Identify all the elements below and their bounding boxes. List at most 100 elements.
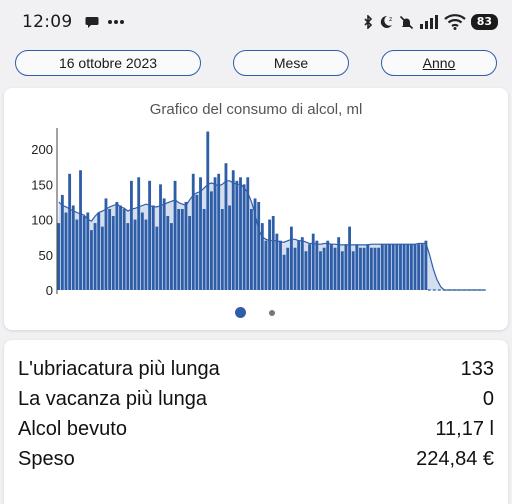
- chart-bar[interactable]: [155, 226, 159, 290]
- chart-bar[interactable]: [304, 251, 308, 290]
- chart-bar[interactable]: [424, 240, 428, 290]
- chart-bar[interactable]: [199, 177, 202, 290]
- chart-bar[interactable]: [239, 177, 242, 290]
- chart-bar[interactable]: [108, 209, 112, 290]
- chart-bar[interactable]: [220, 209, 224, 290]
- chart-bar[interactable]: [82, 216, 86, 290]
- chart-bar[interactable]: [249, 209, 253, 290]
- chart-bar[interactable]: [348, 226, 351, 290]
- chart-bar[interactable]: [279, 240, 282, 290]
- chart-bar[interactable]: [93, 223, 97, 290]
- chart-bar[interactable]: [282, 254, 286, 290]
- chart-bar[interactable]: [224, 163, 228, 290]
- chart-bar[interactable]: [380, 244, 384, 290]
- chart-bar[interactable]: [159, 184, 162, 290]
- chart-bar[interactable]: [130, 180, 133, 290]
- chart-bar[interactable]: [177, 209, 181, 290]
- chart-bar[interactable]: [322, 247, 326, 290]
- chart-bar[interactable]: [286, 247, 290, 290]
- chart-bar[interactable]: [319, 251, 322, 290]
- chart-bar[interactable]: [289, 226, 293, 290]
- chart-bar[interactable]: [340, 251, 344, 290]
- chart-bar[interactable]: [337, 237, 341, 290]
- chart-bar[interactable]: [333, 247, 337, 290]
- chart-bar[interactable]: [180, 209, 184, 290]
- chart-bar[interactable]: [166, 216, 170, 290]
- chart-bar[interactable]: [413, 244, 417, 290]
- chart-bar[interactable]: [122, 209, 126, 290]
- chart-bar[interactable]: [188, 216, 192, 290]
- chart-bar[interactable]: [115, 201, 119, 290]
- chart-bar[interactable]: [355, 244, 359, 290]
- chart-bar[interactable]: [359, 247, 362, 290]
- chart-bar[interactable]: [133, 219, 137, 290]
- chart-bar[interactable]: [395, 244, 399, 290]
- chart-bar[interactable]: [344, 244, 348, 290]
- chart-bar[interactable]: [68, 173, 72, 290]
- chart-bar[interactable]: [242, 184, 246, 290]
- chart-bar[interactable]: [308, 244, 311, 290]
- date-picker-button[interactable]: 16 ottobre 2023: [15, 50, 201, 76]
- chart-bar[interactable]: [391, 244, 395, 290]
- chart-bar[interactable]: [377, 247, 381, 290]
- chart-bar[interactable]: [126, 223, 130, 290]
- chart-bar[interactable]: [231, 170, 235, 290]
- chart-bar[interactable]: [420, 244, 424, 290]
- chart-bar[interactable]: [369, 247, 373, 290]
- chart-bar[interactable]: [75, 219, 79, 290]
- chart-bar[interactable]: [195, 194, 199, 290]
- chart-bar[interactable]: [406, 244, 410, 290]
- chart-bar[interactable]: [79, 170, 82, 290]
- chart-bar[interactable]: [213, 177, 217, 290]
- chart-bar[interactable]: [100, 226, 104, 290]
- month-button[interactable]: Mese: [233, 50, 349, 76]
- chart-bar[interactable]: [326, 240, 330, 290]
- chart-bar[interactable]: [329, 244, 333, 290]
- chart-bar[interactable]: [257, 201, 261, 290]
- chart-bar[interactable]: [399, 244, 402, 290]
- chart-bar[interactable]: [173, 180, 177, 290]
- chart-bar[interactable]: [97, 212, 101, 290]
- chart-bar[interactable]: [260, 223, 264, 290]
- chart-bar[interactable]: [162, 198, 166, 290]
- chart-bar[interactable]: [71, 205, 75, 290]
- chart-bar[interactable]: [206, 131, 210, 290]
- chart-bar[interactable]: [64, 212, 68, 290]
- chart-bar[interactable]: [246, 177, 250, 290]
- chart-bar[interactable]: [151, 205, 155, 290]
- chart-bar[interactable]: [90, 230, 93, 290]
- chart-bar[interactable]: [140, 212, 144, 290]
- chart-bar[interactable]: [86, 212, 90, 290]
- year-button[interactable]: Anno: [381, 50, 497, 76]
- chart-bar[interactable]: [366, 244, 370, 290]
- page-dot-active[interactable]: [235, 307, 246, 318]
- chart-bar[interactable]: [388, 244, 391, 290]
- chart-bar[interactable]: [148, 180, 152, 290]
- chart-bar[interactable]: [264, 240, 268, 290]
- chart-bar[interactable]: [119, 205, 122, 290]
- chart-bar[interactable]: [268, 219, 271, 290]
- chart-bar[interactable]: [144, 219, 148, 290]
- chart-bar[interactable]: [300, 237, 304, 290]
- chart-bar[interactable]: [228, 205, 232, 290]
- chart-bar[interactable]: [191, 173, 195, 290]
- chart-bar[interactable]: [235, 180, 239, 290]
- chart-bar[interactable]: [362, 247, 366, 290]
- chart-bar[interactable]: [275, 233, 279, 290]
- chart-bar[interactable]: [311, 233, 315, 290]
- chart-bar[interactable]: [217, 173, 221, 290]
- chart-bar[interactable]: [253, 198, 257, 290]
- chart-bar[interactable]: [384, 244, 388, 290]
- chart-bar[interactable]: [402, 244, 406, 290]
- chart-bar[interactable]: [137, 177, 141, 290]
- chart-bar[interactable]: [209, 191, 213, 290]
- chart-bar[interactable]: [351, 251, 355, 290]
- chart-bar[interactable]: [417, 244, 421, 290]
- chart-bar[interactable]: [111, 216, 115, 290]
- chart-bar[interactable]: [315, 240, 319, 290]
- chart-bar[interactable]: [373, 247, 377, 290]
- chart-bar[interactable]: [184, 201, 188, 290]
- chart-bar[interactable]: [60, 194, 64, 290]
- chart-bar[interactable]: [297, 240, 301, 290]
- chart-bar[interactable]: [104, 198, 108, 290]
